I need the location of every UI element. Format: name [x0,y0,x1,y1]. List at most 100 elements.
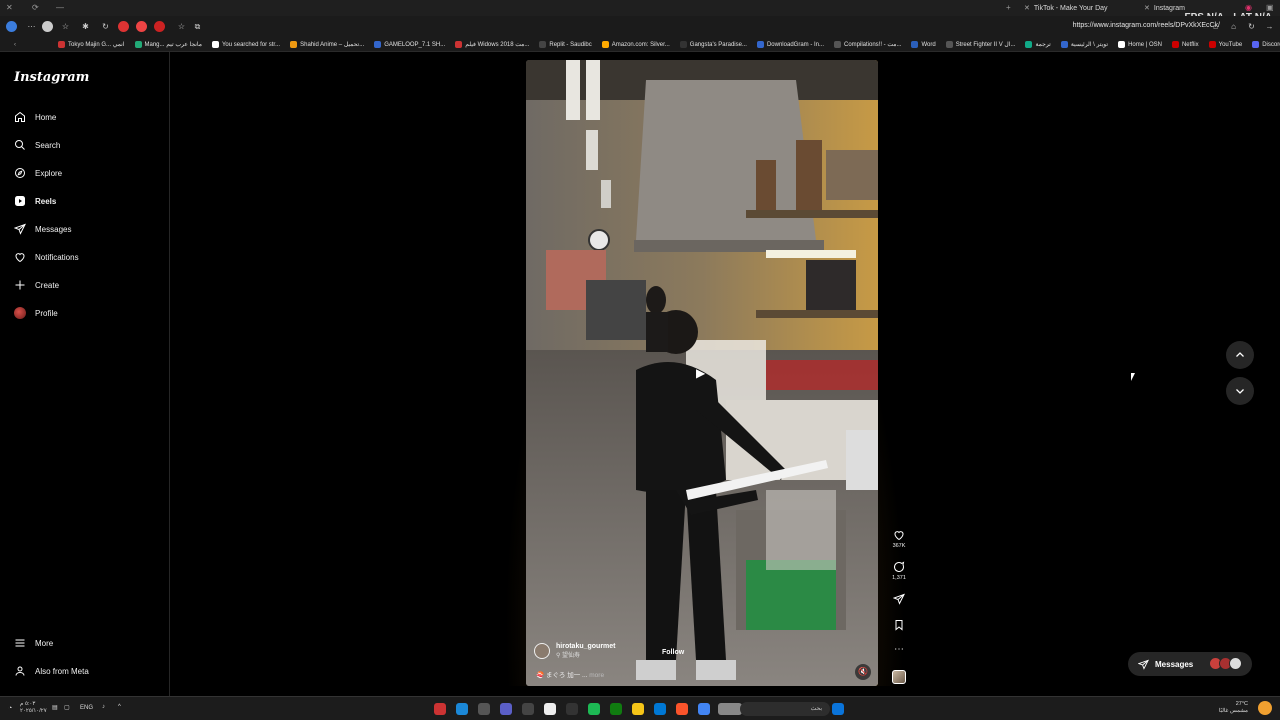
mute-icon[interactable]: 🔇 [855,664,871,680]
next-reel-button[interactable] [1226,377,1254,405]
bookmark-item[interactable]: تويتر \ الرئيسية [1060,41,1108,48]
caption-more-link[interactable]: more [589,672,604,679]
brave-icon[interactable] [676,703,688,715]
sidebar-item-notifications[interactable]: Notifications [14,250,79,264]
refresh-icon[interactable]: ↻ [100,21,111,32]
sidebar-item-also-from-meta[interactable]: Also from Meta [14,664,89,678]
sidebar-item-profile[interactable]: Profile [14,306,58,320]
bookmark-favicon-icon [134,41,142,48]
app-icon[interactable] [522,703,534,715]
microphone-icon[interactable]: ♪ [102,704,105,710]
reload-icon[interactable]: ↻ [1246,21,1257,32]
extension-icon[interactable] [154,21,165,32]
audio-thumbnail[interactable] [892,670,906,684]
bookmark-item[interactable]: Mang... مانجا عرب تيم [134,41,202,48]
back-icon[interactable]: ‹ [14,42,16,48]
restore-icon[interactable]: ⟳ [32,3,39,12]
home-browser-icon[interactable]: ⌂ [1228,21,1239,32]
notification-icon[interactable]: ◔ [8,705,12,712]
app-icon[interactable] [434,703,446,715]
extension-icon[interactable] [42,21,53,32]
author-username[interactable]: hirotaku_gourmet [556,643,616,650]
bookmark-item[interactable]: Home | OSN [1118,41,1162,48]
bookmark-label: GAMELOOP_7.1 SH... [384,41,446,48]
close-tab-icon[interactable]: ✕ [1144,4,1150,12]
collections-icon[interactable]: ⧉ [192,21,203,32]
bookmark-item[interactable]: DownloadGram - In... [756,41,824,48]
sidebar-item-reels[interactable]: Reels [14,194,56,208]
messages-button[interactable]: Messages [1128,652,1252,676]
bookmark-item[interactable]: Compilations!! - مت... [834,41,901,48]
reel-caption[interactable]: 🍣 まぐろ 加一 ... more [536,669,604,679]
bookmark-item[interactable]: Amazon.com: Silver... [601,41,670,48]
close-icon[interactable]: ✕ [6,3,13,12]
bookmark-item[interactable]: GAMELOOP_7.1 SH... [374,41,445,48]
extension-icon[interactable] [136,21,147,32]
new-tab-icon[interactable]: + [1006,3,1011,12]
sidebar-item-explore[interactable]: Explore [14,166,62,180]
file-icon[interactable] [544,703,556,715]
bookmark-item[interactable]: Tokyo Majin G... انمي [58,41,125,48]
spotify-icon[interactable] [588,703,600,715]
bookmark-item[interactable]: فيلم Widows 2018 مت... [455,41,529,48]
profile-icon[interactable] [6,21,17,32]
tab-tiktok[interactable]: ✕ TikTok - Make Your Day [1024,2,1108,14]
close-tab-icon[interactable]: ✕ [1024,4,1030,12]
taskbar-search[interactable]: بحث [740,702,830,716]
start-icon[interactable] [832,703,844,715]
share-button[interactable] [888,593,910,605]
sidebar-item-home[interactable]: Home [14,110,56,124]
bookmark-item[interactable]: ترجمة [1025,41,1051,48]
tab-instagram[interactable]: ✕ Instagram [1144,2,1185,14]
bookmark-item[interactable]: Gangsta's Paradise... [679,41,747,48]
xbox-icon[interactable] [610,703,622,715]
language-indicator[interactable]: ENG [80,705,93,711]
sidebar-item-create[interactable]: Create [14,278,59,292]
app-icon[interactable] [566,703,578,715]
forward-icon[interactable]: → [1264,21,1275,32]
network-icon[interactable]: ▤ [52,704,58,711]
window-icon[interactable]: ▣ [1266,3,1274,12]
sidebar-item-search[interactable]: Search [14,138,60,152]
chevron-up-icon[interactable]: ^ [118,704,121,710]
app-icon[interactable] [478,703,490,715]
like-button[interactable]: 367K [888,529,910,549]
sidebar-item-messages[interactable]: Messages [14,222,71,236]
instagram-icon: ◉ [1245,3,1252,12]
lock-icon[interactable]: ⌂ [1210,21,1221,32]
folder-icon[interactable] [632,703,644,715]
bookmark-item[interactable]: YouTube [1208,41,1242,48]
clock[interactable]: ٥:٠٣ م ٢٠٢٥/١٠/٢٧ [20,701,47,715]
edge-icon[interactable] [456,703,468,715]
address-bar[interactable]: https://www.instagram.com/reels/DPvXkXEc… [1073,22,1220,29]
bookmark-item[interactable]: You searched for str... [211,41,280,48]
comment-button[interactable]: 1,371 [888,561,910,581]
bookmark-item[interactable]: Shahid Anime – تحميل... [290,41,364,48]
app-icon[interactable] [718,703,742,715]
star-icon[interactable]: ☆ [60,21,71,32]
bookmark-item[interactable]: Street Fighter II V ال... [945,41,1015,48]
bookmark-item[interactable]: Netflix [1171,41,1199,48]
more-icon[interactable]: ⋯ [26,21,37,32]
follow-button[interactable]: Follow [662,649,684,656]
app-icon[interactable] [654,703,666,715]
adblock-icon[interactable] [118,21,129,32]
minimize-icon[interactable]: — [56,3,64,12]
bookmark-item[interactable]: Replit - Saudibc [539,41,592,48]
bookmark-item[interactable]: Word [911,41,936,48]
bookmark-item[interactable]: Discord [1252,41,1280,48]
avatar[interactable] [534,643,550,659]
favorite-icon[interactable]: ☆ [176,21,187,32]
more-options-icon[interactable]: ⋯ [888,644,910,655]
author-location[interactable]: ⚲ 望仙寿 [556,650,616,659]
save-button[interactable] [888,619,910,631]
previous-reel-button[interactable] [1226,341,1254,369]
sidebar-item-more[interactable]: More [14,636,53,650]
puzzle-icon[interactable]: ✱ [80,21,91,32]
app-icon[interactable] [500,703,512,715]
volume-icon[interactable]: ▢ [64,704,70,711]
chrome-icon[interactable] [698,703,710,715]
weather-widget[interactable]: 27°C مشمس غالبًا [1218,701,1248,715]
play-icon[interactable]: ▶ [696,367,708,379]
instagram-logo[interactable]: Instagram [14,70,89,85]
